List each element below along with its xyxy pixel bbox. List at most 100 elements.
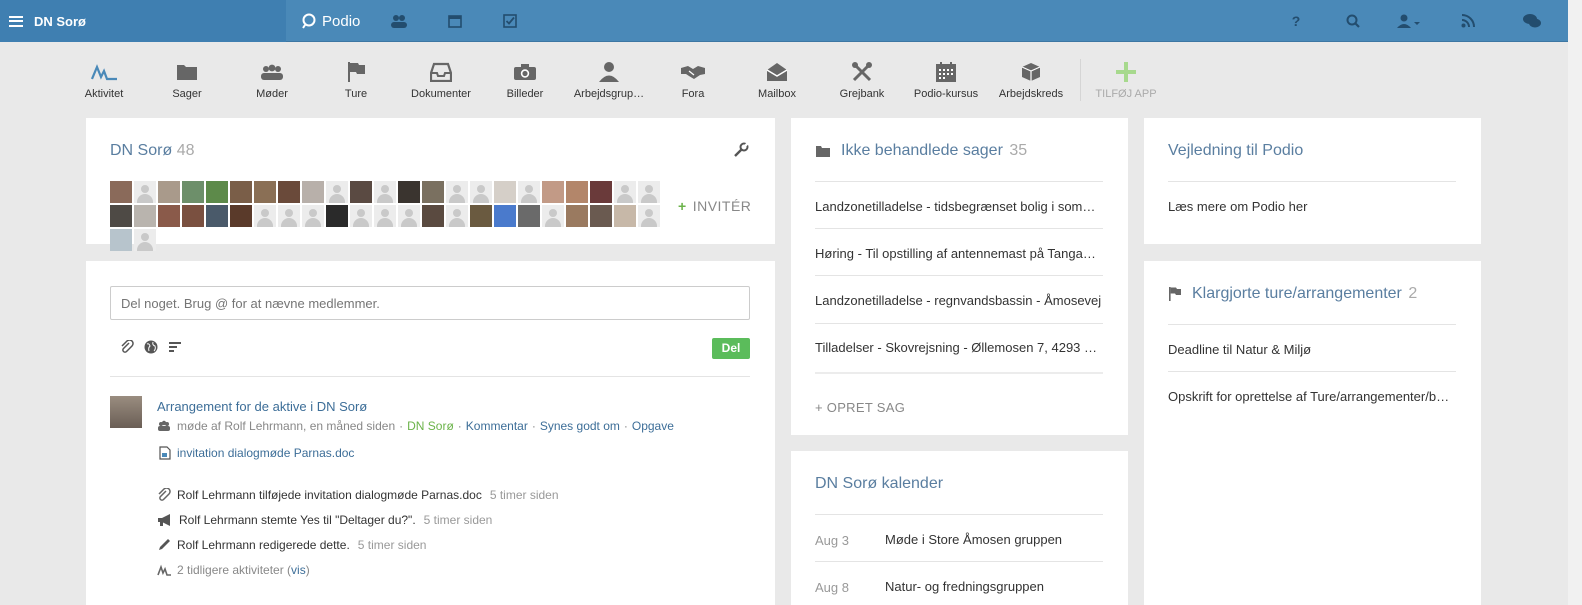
avatar[interactable] [398,181,420,203]
avatar[interactable] [542,181,564,203]
podio-logo[interactable]: Podio [301,0,360,42]
avatar[interactable] [518,181,540,203]
avatar[interactable] [254,205,276,227]
globe-icon[interactable] [144,340,158,359]
list-item[interactable]: Høring - Til opstilling af antennemast p… [815,246,1103,261]
app-moder[interactable]: Møder [227,59,317,100]
avatar[interactable] [638,181,660,203]
avatar[interactable] [566,205,588,227]
contacts-icon[interactable] [391,13,407,29]
app-ture[interactable]: Ture [311,59,401,100]
avatar[interactable] [326,205,348,227]
avatar[interactable] [302,181,324,203]
avatar[interactable] [614,205,636,227]
post-space-link[interactable]: DN Sorø [407,419,454,433]
avatar[interactable] [422,181,444,203]
avatar[interactable] [326,181,348,203]
calendar-icon[interactable] [447,13,463,29]
avatar[interactable] [614,181,636,203]
avatar[interactable] [446,181,468,203]
avatar[interactable] [590,181,612,203]
app-podio-kursus[interactable]: Podio-kursus [901,59,991,100]
avatar[interactable] [110,205,132,227]
list-item[interactable]: Tilladelser - Skovrejsning - Øllemosen 7… [815,340,1103,355]
avatar[interactable] [398,205,420,227]
avatar[interactable] [446,205,468,227]
chat-icon[interactable] [1522,13,1542,29]
avatar[interactable] [374,205,396,227]
avatar[interactable] [374,181,396,203]
create-case-button[interactable]: + OPRET SAG [815,400,905,415]
avatar[interactable] [590,205,612,227]
app-mailbox[interactable]: Mailbox [732,59,822,100]
avatar[interactable] [494,181,516,203]
avatar[interactable] [182,181,204,203]
tasks-icon[interactable] [502,13,518,29]
avatar[interactable] [518,205,540,227]
avatar[interactable] [494,205,516,227]
avatar[interactable] [134,181,156,203]
avatar[interactable] [470,205,492,227]
app-dokumenter[interactable]: Dokumenter [396,59,486,100]
avatar[interactable] [206,181,228,203]
help-icon[interactable]: ? [1288,13,1304,29]
list-item[interactable]: Deadline til Natur & Miljø [1168,342,1456,357]
user-menu-icon[interactable] [1397,13,1421,29]
comment-link[interactable]: Kommentar [466,419,528,433]
avatar[interactable] [134,205,156,227]
show-earlier-link[interactable]: vis [291,563,306,577]
share-button[interactable]: Del [712,338,750,359]
search-icon[interactable] [1345,13,1361,29]
folder-icon [177,65,197,80]
calendar-event[interactable]: Natur- og fredningsgruppen [885,579,1044,594]
avatar[interactable] [206,205,228,227]
avatar[interactable] [302,205,324,227]
paperclip-icon[interactable] [120,339,134,359]
avatar[interactable] [182,205,204,227]
app-arbejdskreds[interactable]: Arbejdskreds [986,59,1076,100]
app-billeder[interactable]: Billeder [480,59,570,100]
post-attachment[interactable]: invitation dialogmøde Parnas.doc [159,446,354,460]
avatar[interactable] [422,205,444,227]
app-fora[interactable]: Fora [648,59,738,100]
app-arbejdsgrupper[interactable]: Arbejdsgrup… [564,59,654,100]
list-item[interactable]: Landzonetilladelse - tidsbegrænset bolig… [815,199,1103,214]
notifications-icon[interactable] [1460,13,1476,29]
wrench-icon[interactable] [733,142,749,163]
add-app-button[interactable]: TILFØJ APP [1081,59,1171,100]
like-link[interactable]: Synes godt om [540,419,620,433]
app-aktivitet[interactable]: Aktivitet [59,59,149,100]
app-sager[interactable]: Sager [142,59,232,100]
post-title[interactable]: Arrangement for de aktive i DN Sorø [157,399,367,414]
workspace-switcher[interactable]: DN Sorø [0,0,286,42]
list-item[interactable]: Landzonetilladelse - regnvandsbassin - Å… [815,293,1103,308]
invite-button[interactable]: + INVITÉR [678,198,751,214]
page-scrollbar[interactable] [1568,0,1582,605]
avatar[interactable] [278,205,300,227]
avatar[interactable] [278,181,300,203]
menu-icon[interactable] [9,15,23,27]
task-link[interactable]: Opgave [632,419,674,433]
avatar[interactable] [350,181,372,203]
text-format-icon[interactable] [168,340,182,359]
list-item[interactable]: Opskrift for oprettelse af Ture/arrangem… [1168,389,1456,404]
avatar[interactable] [134,229,156,251]
avatar[interactable] [542,205,564,227]
calendar-event[interactable]: Møde i Store Åmosen gruppen [885,532,1062,547]
app-grejbank[interactable]: Grejbank [817,59,907,100]
avatar[interactable] [638,205,660,227]
avatar[interactable] [110,229,132,251]
avatar[interactable] [230,181,252,203]
share-input[interactable] [110,286,750,320]
avatar[interactable] [230,205,252,227]
avatar[interactable] [254,181,276,203]
avatar[interactable] [566,181,588,203]
guide-link[interactable]: Læs mere om Podio her [1168,199,1456,214]
post-author-avatar[interactable] [110,396,142,428]
avatar[interactable] [350,205,372,227]
avatar[interactable] [470,181,492,203]
avatar[interactable] [158,181,180,203]
row-separator [1168,181,1456,182]
avatar[interactable] [110,181,132,203]
avatar[interactable] [158,205,180,227]
